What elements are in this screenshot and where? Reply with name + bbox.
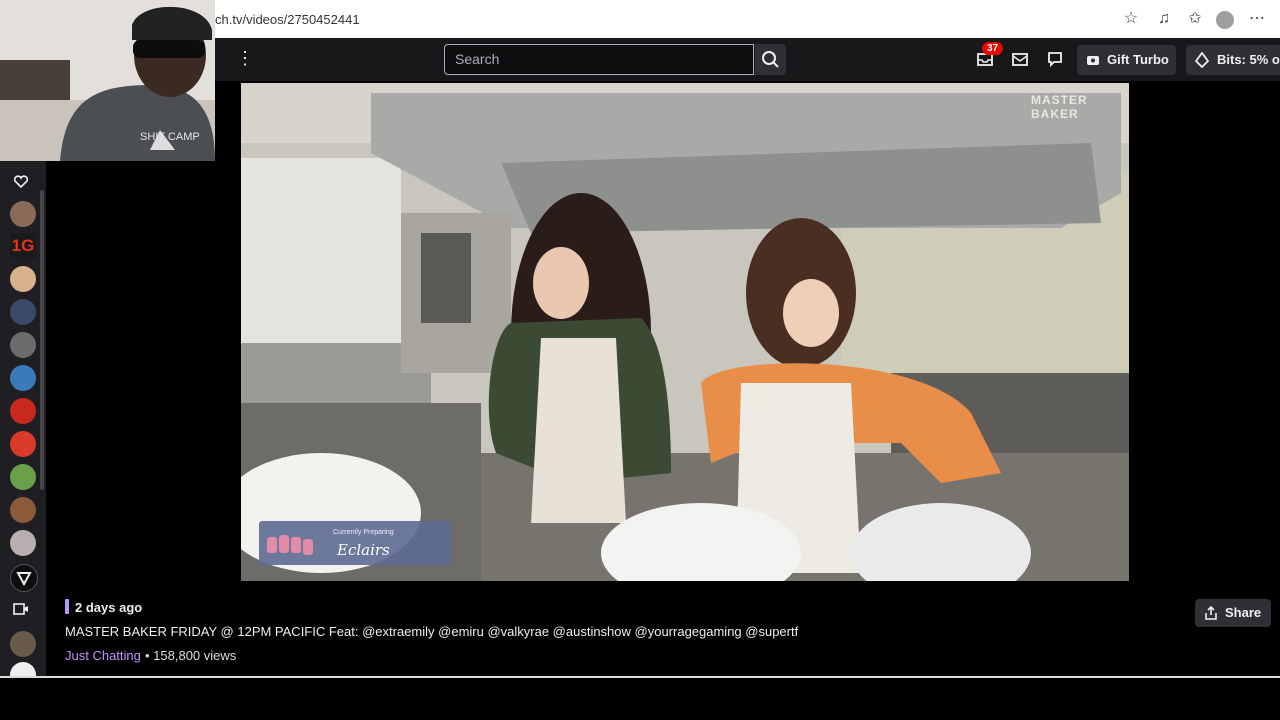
channel-avatar[interactable] <box>10 398 36 424</box>
gift-turbo-label: Gift Turbo <box>1107 52 1169 67</box>
share-label: Share <box>1225 605 1262 620</box>
accent-bar <box>65 599 69 614</box>
channel-avatar[interactable] <box>10 266 36 292</box>
video-title: MASTER BAKER FRIDAY @ 12PM PACIFIC Feat:… <box>65 624 799 639</box>
profile-icon[interactable] <box>1216 11 1234 29</box>
notification-badge: 37 <box>982 42 1004 55</box>
eclairs-icon <box>265 529 321 559</box>
kitchen-video-frame <box>241 83 1129 581</box>
sidebar-scrollbar[interactable] <box>40 190 44 490</box>
bits-button[interactable]: Bits: 5% off <box>1186 45 1280 75</box>
share-icon <box>1205 606 1217 620</box>
search-button[interactable] <box>755 44 786 75</box>
webcam-overlay: SHIT CAMP <box>0 0 215 161</box>
media-icon[interactable]: ♫ <box>1155 10 1173 28</box>
channel-avatar[interactable] <box>10 332 36 358</box>
channel-avatar[interactable] <box>10 201 36 227</box>
video-watermark: MASTER BAKER <box>1031 93 1088 121</box>
channel-avatar[interactable] <box>10 631 36 657</box>
channel-avatar[interactable] <box>10 564 38 592</box>
svg-text:SHIT CAMP: SHIT CAMP <box>140 131 200 143</box>
heart-icon[interactable] <box>12 172 30 190</box>
overlay-caption: Currently Preparing <box>333 529 394 536</box>
channel-avatar[interactable] <box>10 431 36 457</box>
more-icon[interactable]: ⋯ <box>1248 10 1266 28</box>
channel-avatar[interactable] <box>10 365 36 391</box>
channel-avatar[interactable]: 1G <box>10 233 36 259</box>
streamer-webcam-image: SHIT CAMP <box>0 0 215 161</box>
address-bar[interactable]: ch.tv/videos/2750452441 <box>215 12 360 27</box>
bits-label: Bits: 5% off <box>1217 52 1280 67</box>
star-icon[interactable]: ☆ <box>1122 10 1140 28</box>
channel-avatar[interactable] <box>10 497 36 523</box>
gift-turbo-button[interactable]: Gift Turbo <box>1077 45 1176 75</box>
category-link[interactable]: Just Chatting <box>65 648 141 663</box>
mail-icon[interactable] <box>1011 50 1029 68</box>
channel-avatar[interactable] <box>10 530 36 556</box>
search-input[interactable]: Search <box>444 44 754 75</box>
video-player[interactable]: MASTER BAKER Currently Preparing Eclairs <box>241 83 1129 581</box>
search-icon <box>762 51 779 68</box>
channel-avatar[interactable] <box>10 299 36 325</box>
whispers-icon[interactable] <box>1046 50 1064 68</box>
video-icon[interactable] <box>12 601 30 617</box>
crown-icon <box>1087 56 1099 65</box>
taskbar-edge <box>0 676 1280 678</box>
view-count: • 158,800 views <box>145 648 237 663</box>
overlay-item: Eclairs <box>337 541 390 559</box>
video-age: 2 days ago <box>75 600 143 615</box>
channel-avatar[interactable] <box>10 464 36 490</box>
bits-icon <box>1195 52 1209 68</box>
share-button[interactable]: Share <box>1195 599 1271 627</box>
favorites-icon[interactable]: ✩ <box>1186 10 1204 28</box>
more-menu-icon[interactable]: ⋮ <box>236 48 254 69</box>
